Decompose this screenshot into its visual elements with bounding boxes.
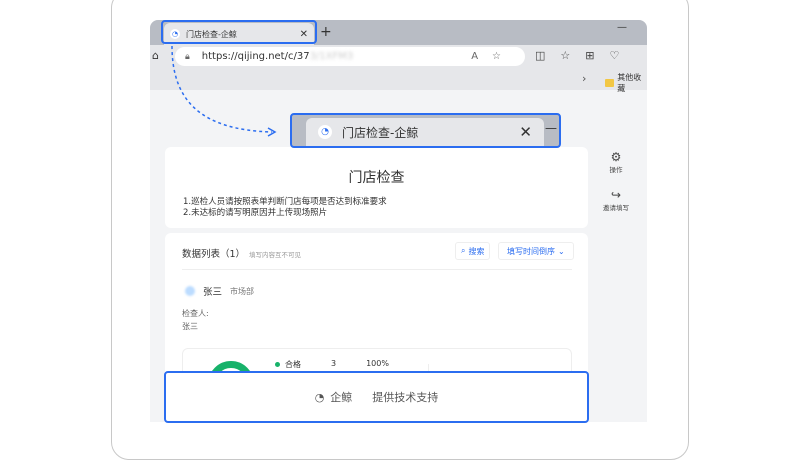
close-tab-icon[interactable]: ✕	[519, 123, 532, 141]
brand-logo-icon: ◔	[314, 390, 325, 404]
footer-callout: ◔ 企鲸 提供技术支持	[164, 371, 589, 423]
favicon-icon: ◔	[318, 125, 332, 139]
zoomed-tab-callout: ◔ 门店检查-企鲸 ✕ —	[290, 113, 561, 148]
